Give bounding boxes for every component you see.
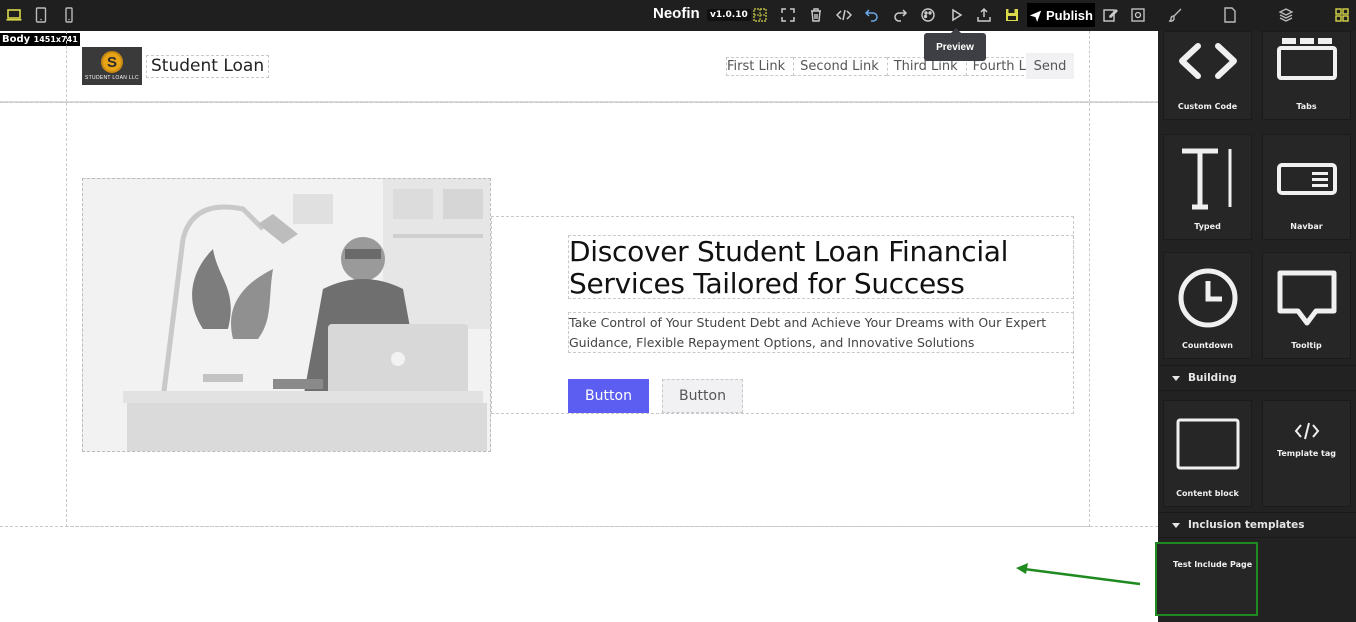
layers-icon[interactable]: [1277, 6, 1295, 24]
publish-button[interactable]: Publish: [1027, 3, 1095, 27]
code-icon[interactable]: [835, 6, 853, 24]
hero-headline[interactable]: Discover Student Loan Financial Services…: [568, 235, 1074, 300]
site-logo[interactable]: S STUDENT LOAN LLC: [82, 47, 142, 85]
hero-secondary-button[interactable]: Button: [662, 379, 743, 413]
preview-tooltip: Preview: [924, 28, 986, 61]
redo-icon[interactable]: [891, 6, 909, 24]
template-tag-icon: [1294, 422, 1319, 440]
block-label: Typed: [1194, 222, 1221, 231]
send-icon: [1029, 10, 1042, 22]
clock-icon: [1178, 268, 1237, 328]
blocks-icon[interactable]: [1333, 6, 1351, 24]
content-block-icon: [1176, 418, 1239, 470]
nav-links: First Link Second Link Third Link Fourth…: [726, 57, 1055, 76]
tooltip-icon: [1277, 270, 1336, 326]
block-content-block[interactable]: Content block: [1163, 400, 1252, 507]
block-tabs[interactable]: Tabs: [1262, 31, 1351, 120]
section-inclusion-templates[interactable]: Inclusion templates: [1158, 512, 1356, 538]
section-inclusion-label: Inclusion templates: [1188, 519, 1305, 531]
block-label: Tabs: [1296, 102, 1317, 111]
hero-photo-illustration: [83, 179, 490, 451]
block-label: Tooltip: [1291, 341, 1322, 350]
block-label: Content block: [1176, 489, 1239, 498]
body-badge-label: Body: [2, 34, 31, 45]
save-icon[interactable]: [1003, 6, 1021, 24]
version-badge: v1.0.10: [707, 9, 751, 21]
block-label: Custom Code: [1177, 102, 1238, 111]
logo-caption: STUDENT LOAN LLC: [85, 75, 139, 81]
export-icon[interactable]: [975, 6, 993, 24]
logo-coin: S: [101, 51, 123, 73]
hero-primary-button[interactable]: Button: [568, 379, 649, 413]
navbar-icon: [1276, 163, 1337, 195]
hero-subtext[interactable]: Take Control of Your Student Debt and Ac…: [568, 312, 1074, 353]
brand-name: Neofin: [653, 5, 700, 22]
undo-icon[interactable]: [863, 6, 881, 24]
trash-icon[interactable]: [807, 6, 825, 24]
block-template-tag[interactable]: Template tag: [1262, 400, 1351, 507]
fullscreen-icon[interactable]: [779, 6, 797, 24]
block-label: Template tag: [1276, 449, 1336, 458]
section-bottom-divider: [0, 526, 1158, 527]
code-brackets-icon: [1178, 43, 1237, 79]
inclusion-item-test-include-page[interactable]: Test Include Page: [1155, 542, 1258, 616]
edit-icon[interactable]: [1101, 6, 1119, 24]
site-title[interactable]: Student Loan: [146, 55, 270, 78]
top-toolbar: Neofin v1.0.10 Publish: [0, 0, 1356, 31]
nav-link-second[interactable]: Second Link: [793, 57, 887, 76]
tabs-icon: [1276, 38, 1337, 80]
block-countdown[interactable]: Countdown: [1163, 252, 1252, 359]
block-label: Countdown: [1182, 341, 1233, 350]
block-typed[interactable]: Typed: [1163, 134, 1252, 240]
block-custom-code[interactable]: Custom Code: [1163, 31, 1252, 120]
page-settings-icon[interactable]: [1129, 6, 1147, 24]
brush-icon[interactable]: [1166, 6, 1184, 24]
section-building[interactable]: Building: [1158, 365, 1356, 391]
typed-icon: [1181, 148, 1231, 210]
block-label: Navbar: [1290, 222, 1323, 231]
send-button[interactable]: Send: [1026, 53, 1074, 79]
hero-image[interactable]: [82, 178, 491, 452]
mobile-icon[interactable]: [60, 6, 78, 24]
block-tooltip[interactable]: Tooltip: [1262, 252, 1351, 359]
palette-icon[interactable]: [919, 6, 937, 24]
caret-down-icon: [1172, 375, 1180, 381]
inclusion-item-label: Test Include Page: [1173, 560, 1253, 569]
tablet-icon[interactable]: [32, 6, 50, 24]
annotation-arrow: [1016, 563, 1141, 586]
caret-down-icon: [1172, 522, 1180, 528]
section-building-label: Building: [1188, 372, 1237, 384]
publish-label: Publish: [1046, 7, 1093, 23]
editor-canvas[interactable]: Body 1451x741 S STUDENT LOAN LLC Student…: [0, 31, 1158, 622]
nav-link-first[interactable]: First Link: [726, 57, 794, 76]
play-icon[interactable]: [947, 6, 965, 24]
page-icon[interactable]: [1221, 6, 1239, 24]
desktop-icon[interactable]: [5, 6, 23, 24]
grid-icon[interactable]: [751, 6, 769, 24]
block-navbar[interactable]: Navbar: [1262, 134, 1351, 240]
